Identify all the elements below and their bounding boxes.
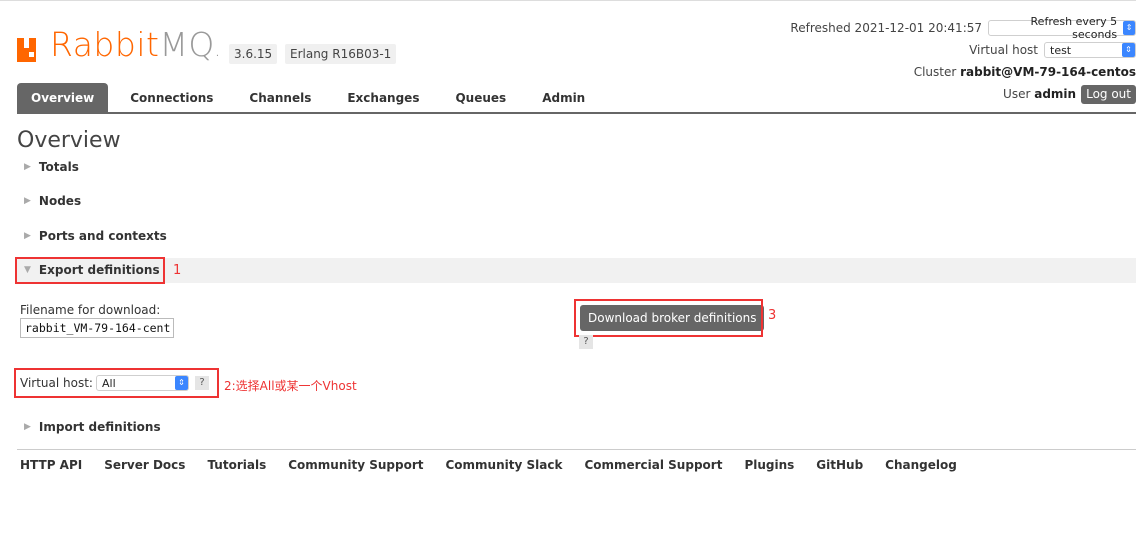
vhost-select[interactable]: test ⇕ bbox=[1044, 42, 1136, 58]
filename-input[interactable]: rabbit_VM-79-164-cent bbox=[20, 318, 174, 338]
refreshed-text: Refreshed 2021-12-01 20:41:57 bbox=[790, 21, 982, 35]
footer-link-server-docs[interactable]: Server Docs bbox=[104, 458, 185, 472]
export-section-bar bbox=[17, 258, 1136, 283]
refresh-interval-select[interactable]: Refresh every 5 seconds ⇕ bbox=[988, 15, 1136, 41]
user-label: User bbox=[1003, 87, 1031, 101]
select-arrows-icon: ⇕ bbox=[1123, 21, 1135, 35]
refresh-select-value: Refresh every 5 seconds bbox=[1030, 15, 1118, 41]
logo-dot: . bbox=[215, 48, 220, 59]
page-title: Overview bbox=[17, 128, 121, 153]
footer-link-commercial-support[interactable]: Commercial Support bbox=[584, 458, 722, 472]
logo-wordmark: RabbitMQ bbox=[50, 25, 215, 64]
footer-link-http-api[interactable]: HTTP API bbox=[20, 458, 82, 472]
footer-link-community-slack[interactable]: Community Slack bbox=[445, 458, 562, 472]
header-status: Refreshed 2021-12-01 20:41:57 Refresh ev… bbox=[686, 15, 1136, 105]
tab-queues[interactable]: Queues bbox=[441, 83, 520, 113]
filename-label: Filename for download: bbox=[20, 303, 161, 317]
download-help-button[interactable]: ? bbox=[579, 335, 593, 349]
user-name: admin bbox=[1034, 87, 1077, 101]
annotation-box-1 bbox=[15, 257, 165, 284]
cluster-name: rabbit@VM-79-164-centos bbox=[960, 65, 1136, 79]
cluster-label: Cluster bbox=[913, 65, 957, 79]
main-nav: Overview Connections Channels Exchanges … bbox=[17, 83, 607, 113]
footer-link-changelog[interactable]: Changelog bbox=[885, 458, 957, 472]
tabs-underline bbox=[17, 112, 1136, 114]
footer-link-community-support[interactable]: Community Support bbox=[288, 458, 423, 472]
tab-exchanges[interactable]: Exchanges bbox=[333, 83, 433, 113]
section-ports[interactable]: ▶ Ports and contexts bbox=[24, 229, 167, 243]
section-nodes[interactable]: ▶ Nodes bbox=[24, 194, 81, 208]
annotation-box-2 bbox=[14, 368, 219, 398]
footer-link-tutorials[interactable]: Tutorials bbox=[207, 458, 266, 472]
section-totals-label: Totals bbox=[38, 160, 79, 174]
annotation-label-1: 1 bbox=[173, 263, 182, 278]
annotation-label-2: 2:选择All或某一个Vhost bbox=[224, 379, 357, 393]
logo[interactable]: RabbitMQ . bbox=[17, 22, 219, 62]
tab-admin[interactable]: Admin bbox=[528, 83, 599, 113]
tab-connections[interactable]: Connections bbox=[116, 83, 227, 113]
erlang-badge: Erlang R16B03-1 bbox=[285, 44, 397, 64]
logout-button[interactable]: Log out bbox=[1081, 84, 1136, 104]
section-import-label: Import definitions bbox=[38, 420, 161, 434]
vhost-label: Virtual host bbox=[969, 43, 1038, 57]
select-arrows-icon: ⇕ bbox=[1122, 43, 1135, 57]
tab-channels[interactable]: Channels bbox=[235, 83, 325, 113]
tab-overview[interactable]: Overview bbox=[17, 83, 109, 113]
top-border bbox=[0, 0, 1136, 1]
footer-links: HTTP API Server Docs Tutorials Community… bbox=[20, 458, 979, 472]
expand-triangle-icon: ▶ bbox=[24, 231, 31, 241]
annotation-label-3: 3 bbox=[768, 308, 777, 323]
footer-link-plugins[interactable]: Plugins bbox=[744, 458, 794, 472]
expand-triangle-icon: ▶ bbox=[24, 162, 31, 172]
expand-triangle-icon: ▶ bbox=[24, 422, 31, 432]
footer-divider bbox=[17, 449, 1136, 450]
version-badge: 3.6.15 bbox=[229, 44, 278, 64]
section-import[interactable]: ▶ Import definitions bbox=[24, 420, 161, 434]
section-totals[interactable]: ▶ Totals bbox=[24, 160, 79, 174]
section-nodes-label: Nodes bbox=[38, 194, 82, 208]
footer-link-github[interactable]: GitHub bbox=[816, 458, 863, 472]
section-ports-label: Ports and contexts bbox=[38, 229, 167, 243]
vhost-select-value: test bbox=[1050, 43, 1072, 57]
rabbitmq-logo-icon bbox=[17, 38, 36, 62]
expand-triangle-icon: ▶ bbox=[24, 196, 31, 206]
annotation-box-3 bbox=[574, 299, 763, 337]
